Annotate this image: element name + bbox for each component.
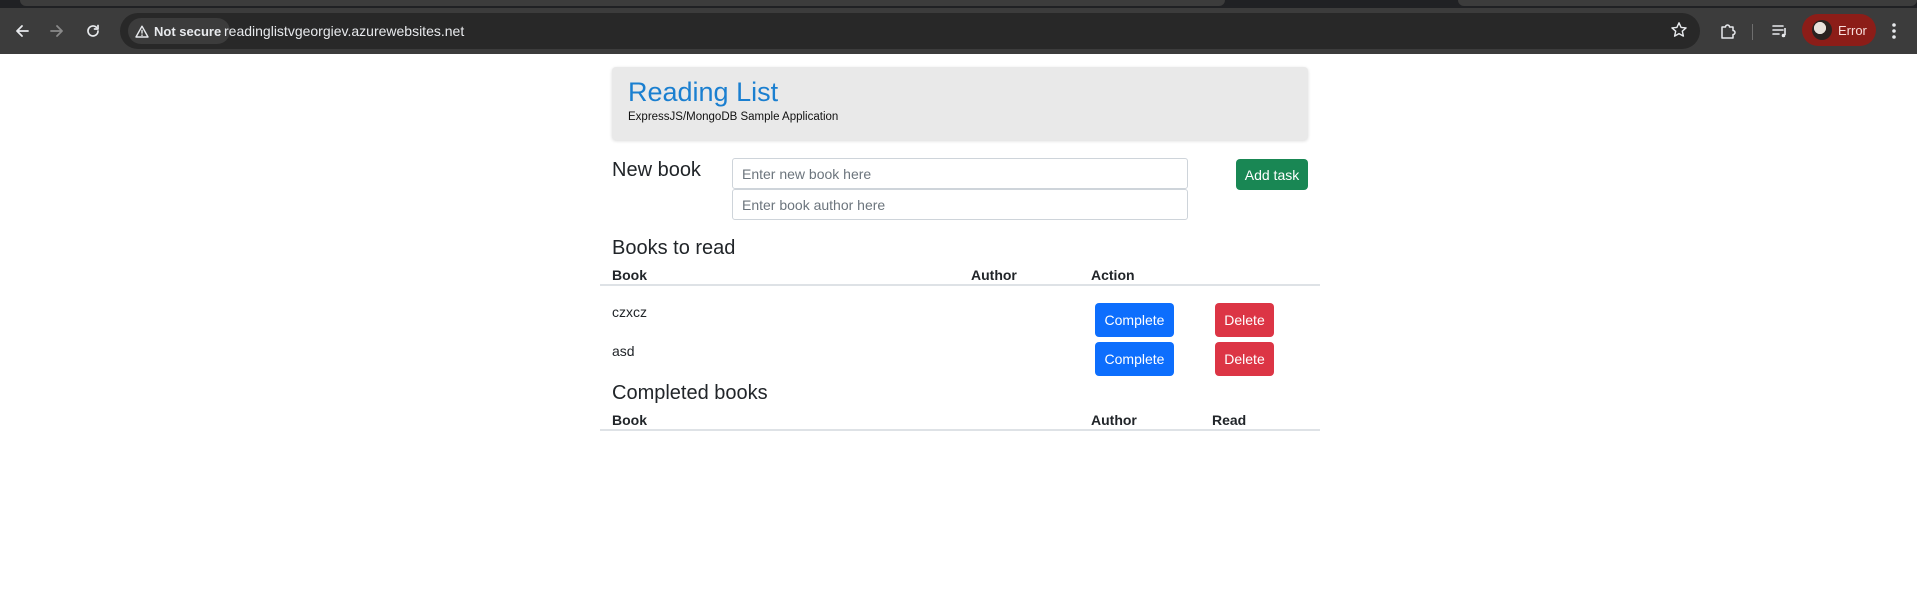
url-text[interactable]: readinglistvgeorgiev.azurewebsites.net xyxy=(224,23,464,39)
warning-icon xyxy=(135,25,149,38)
forward-button[interactable] xyxy=(42,16,72,46)
extensions-button[interactable] xyxy=(1713,16,1743,46)
column-header-author: Author xyxy=(1091,412,1137,428)
page-title: Reading List xyxy=(628,77,779,107)
reload-icon xyxy=(87,24,99,37)
bookmark-star-button[interactable] xyxy=(1670,21,1688,44)
table-header-divider xyxy=(600,429,1320,431)
header-panel: Reading List ExpressJS/MongoDB Sample Ap… xyxy=(612,67,1308,140)
back-button[interactable] xyxy=(7,16,37,46)
profile-label: Error xyxy=(1838,22,1867,38)
media-controls-button[interactable] xyxy=(1765,16,1795,46)
reload-button[interactable] xyxy=(78,16,108,46)
address-bar[interactable]: Not secure readinglistvgeorgiev.azureweb… xyxy=(120,13,1700,49)
column-header-author: Author xyxy=(971,267,1017,283)
complete-button[interactable]: Complete xyxy=(1095,303,1174,337)
browser-tab[interactable] xyxy=(20,0,1225,6)
complete-button[interactable]: Complete xyxy=(1095,342,1174,376)
book-title-cell: czxcz xyxy=(612,304,647,320)
column-header-action: Action xyxy=(1091,267,1135,283)
table-header-divider xyxy=(600,284,1320,286)
more-vert-icon xyxy=(1892,23,1896,39)
book-author-input[interactable] xyxy=(732,189,1188,220)
arrow-left-icon xyxy=(16,25,29,37)
new-book-label: New book xyxy=(612,159,701,181)
browser-tab[interactable] xyxy=(1458,0,1917,6)
delete-button[interactable]: Delete xyxy=(1215,303,1274,337)
arrow-right-icon xyxy=(50,25,63,37)
avatar xyxy=(1812,20,1832,40)
completed-books-heading: Completed books xyxy=(612,382,768,404)
security-chip[interactable]: Not secure xyxy=(128,18,231,44)
delete-button[interactable]: Delete xyxy=(1215,342,1274,376)
page-subtitle: ExpressJS/MongoDB Sample Application xyxy=(628,111,839,123)
puzzle-icon xyxy=(1721,24,1736,39)
profile-button[interactable]: Error xyxy=(1802,14,1876,46)
books-to-read-heading: Books to read xyxy=(612,237,736,259)
book-title-input[interactable] xyxy=(732,158,1188,189)
toolbar-divider xyxy=(1752,24,1753,40)
browser-tabstrip xyxy=(0,0,1917,8)
browser-menu-button[interactable] xyxy=(1888,16,1900,51)
star-icon xyxy=(1671,22,1687,37)
column-header-read: Read xyxy=(1212,412,1247,428)
column-header-book: Book xyxy=(612,267,647,283)
column-header-book: Book xyxy=(612,412,647,428)
browser-toolbar: Not secure readinglistvgeorgiev.azureweb… xyxy=(0,8,1917,54)
add-task-button[interactable]: Add task xyxy=(1236,159,1308,190)
security-label: Not secure xyxy=(154,23,222,39)
media-queue-icon xyxy=(1772,25,1786,38)
book-title-cell: asd xyxy=(612,343,635,359)
